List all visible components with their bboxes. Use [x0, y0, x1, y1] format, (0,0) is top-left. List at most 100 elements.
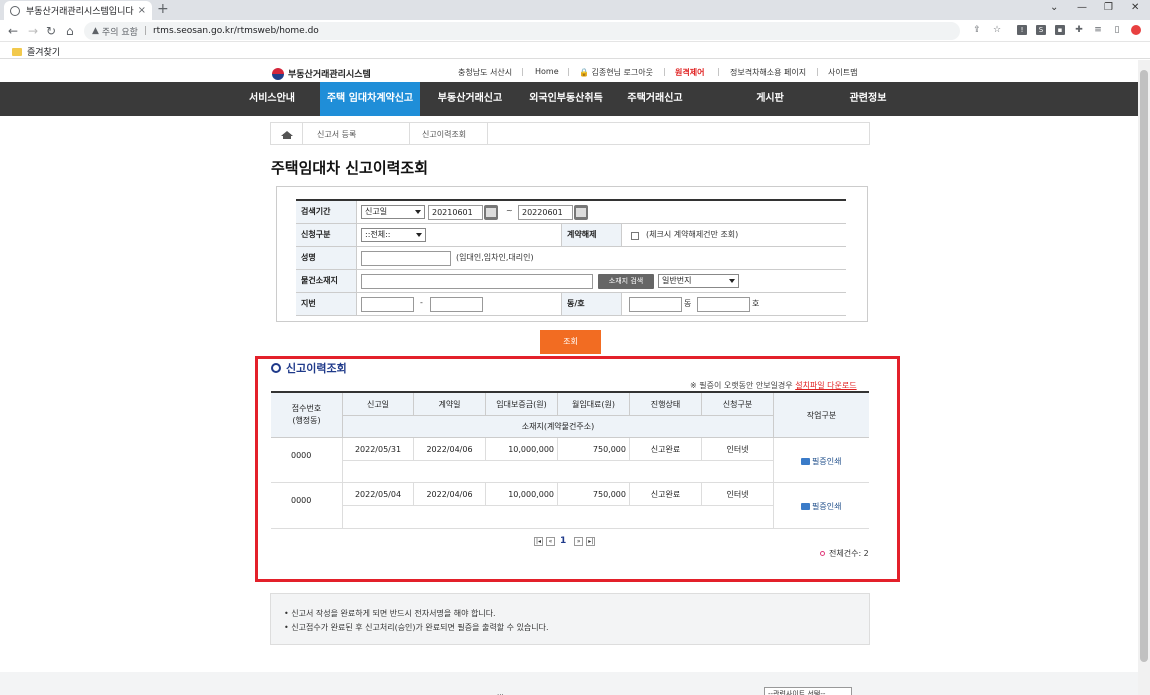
- cell-action: 필증인쇄: [774, 438, 869, 483]
- info-line: • 신고접수가 완료된 후 신고처리(승인)가 완료되면 필증을 출력할 수 있…: [284, 623, 549, 632]
- nav-lease-report[interactable]: 주택 임대차계약신고: [320, 82, 420, 116]
- nav-board[interactable]: 게시판: [720, 82, 820, 116]
- form-row-period: 검색기간 신고일 20210601 ~ 20220601: [296, 201, 846, 224]
- main-navigation: 서비스안내 주택 임대차계약신고 부동산거래신고 외국인부동산취득 주택거래신고…: [0, 82, 1138, 116]
- close-window-button[interactable]: ✕: [1131, 2, 1139, 13]
- nav-foreigner-acquisition[interactable]: 외국인부동산취득: [520, 82, 612, 116]
- share-icon[interactable]: ⇪: [972, 25, 982, 35]
- dong-unit: 동: [684, 299, 692, 308]
- search-button[interactable]: 조회: [540, 330, 601, 354]
- lot-sub-input[interactable]: [430, 297, 483, 312]
- divider: |: [143, 26, 147, 36]
- cancel-note: (체크시 계약해제건만 조회): [646, 230, 739, 239]
- close-tab-icon[interactable]: ×: [138, 5, 146, 16]
- media-icon[interactable]: ≡: [1093, 25, 1103, 35]
- tab-title: 부동산거래관리시스템입니다: [26, 7, 134, 17]
- related-sites-select[interactable]: --관련사이트 선택--: [764, 687, 852, 695]
- cell-receipt-no: 0000: [271, 438, 343, 483]
- calendar-icon[interactable]: [484, 205, 498, 220]
- form-row-lot: 지번 - 동/호 동 호: [296, 293, 846, 316]
- nav-related-info[interactable]: 관련정보: [820, 82, 916, 116]
- page-number[interactable]: 1: [560, 536, 566, 546]
- cancel-checkbox[interactable]: [631, 232, 639, 240]
- dash: -: [420, 298, 423, 307]
- lot-main-input[interactable]: [361, 297, 414, 312]
- divider: |: [521, 67, 524, 76]
- dong-input[interactable]: [629, 297, 682, 312]
- sitemap-link[interactable]: 사이트맵: [828, 67, 857, 78]
- forward-icon[interactable]: →: [28, 24, 38, 38]
- info-gap-link[interactable]: 정보격차해소용 페이지: [730, 67, 806, 78]
- col-status: 진행상태: [630, 393, 702, 416]
- extension-box-icon[interactable]: ▪: [1055, 25, 1065, 35]
- warning-icon: ▲: [92, 26, 99, 36]
- nav-real-estate-report[interactable]: 부동산거래신고: [424, 82, 516, 116]
- site-logo[interactable]: 부동산거래관리시스템: [272, 67, 371, 80]
- cell-address: [343, 506, 774, 529]
- back-icon[interactable]: ←: [8, 24, 18, 38]
- prev-page-icon[interactable]: «: [546, 536, 555, 546]
- calendar-icon[interactable]: [574, 205, 588, 220]
- apply-type-select[interactable]: ::전체::: [361, 228, 426, 242]
- scrollbar[interactable]: [1138, 60, 1150, 695]
- extension-icon[interactable]: !: [1017, 25, 1027, 35]
- extension-s-icon[interactable]: S: [1036, 25, 1046, 35]
- first-page-icon[interactable]: |◂: [534, 536, 543, 546]
- lot-type-select[interactable]: 일반번지: [658, 274, 739, 288]
- home-icon[interactable]: [271, 123, 303, 144]
- puzzle-icon[interactable]: ✚: [1074, 25, 1084, 35]
- form-row-address: 물건소재지 소재지 검색 일반번지: [296, 270, 846, 293]
- divider: [487, 123, 488, 144]
- install-note: ※ 필증이 오랫동안 안보일경우 설치파일 다운로드: [690, 380, 857, 391]
- next-page-icon[interactable]: »: [574, 536, 584, 546]
- url-field[interactable]: ▲ 주의 요함 | rtms.seosan.go.kr/rtmsweb/home…: [84, 22, 960, 40]
- scrollbar-thumb[interactable]: [1140, 70, 1148, 662]
- cell-contract-date: 2022/04/06: [414, 483, 486, 506]
- cell-status: 신고완료: [630, 483, 702, 506]
- installer-download-link[interactable]: 설치파일 다운로드: [795, 381, 856, 390]
- print-certificate-button[interactable]: 필증인쇄: [801, 501, 841, 512]
- total-count: 전체건수: 2: [820, 548, 869, 559]
- address-search-button[interactable]: 소재지 검색: [598, 274, 654, 289]
- col-action: 작업구분: [774, 393, 869, 438]
- print-label: 필증인쇄: [812, 502, 842, 511]
- profile-icon[interactable]: [1131, 25, 1141, 35]
- remote-control-link[interactable]: 원격제어: [675, 67, 704, 78]
- minimize-button[interactable]: —: [1077, 2, 1087, 13]
- bookmark-label: 즐겨찾기: [27, 48, 61, 58]
- breadcrumb-item[interactable]: 신고이력조회: [422, 129, 466, 140]
- date-from-input[interactable]: 20210601: [428, 205, 483, 220]
- breadcrumb: 신고서 등록 신고이력조회: [270, 122, 870, 145]
- lot-label: 지번: [296, 293, 357, 315]
- home-icon[interactable]: ⌂: [66, 24, 74, 38]
- chevron-down-icon: [729, 279, 735, 283]
- results-title: 신고이력조회: [271, 360, 347, 376]
- browser-tab[interactable]: 부동산거래관리시스템입니다 ×: [4, 1, 152, 20]
- tab-search-icon[interactable]: ⌄: [1050, 2, 1058, 13]
- cell-receipt-no: 0000: [271, 483, 343, 529]
- date-to-input[interactable]: 20220601: [518, 205, 573, 220]
- reload-icon[interactable]: ↻: [46, 24, 56, 38]
- security-label[interactable]: 주의 요함: [102, 25, 138, 38]
- bookmarks-bar: 즐겨찾기: [0, 42, 1150, 59]
- divider: |: [567, 67, 570, 76]
- logout-link[interactable]: 🔒 김종현님 로그아웃: [579, 67, 653, 78]
- sidepanel-icon[interactable]: ▯: [1112, 25, 1122, 35]
- taegeuk-icon: [272, 67, 284, 80]
- nav-service-guide[interactable]: 서비스안내: [232, 82, 312, 116]
- search-form: 검색기간 신고일 20210601 ~ 20220601 신청구분 ::전체::…: [296, 199, 846, 316]
- address-input[interactable]: [361, 274, 593, 289]
- maximize-button[interactable]: ❐: [1104, 2, 1113, 13]
- name-input[interactable]: [361, 251, 451, 266]
- bookmark-folder[interactable]: 즐겨찾기: [12, 45, 60, 58]
- star-icon[interactable]: ☆: [992, 25, 1002, 35]
- breadcrumb-item[interactable]: 신고서 등록: [317, 129, 356, 140]
- period-type-select[interactable]: 신고일: [361, 205, 425, 219]
- home-link[interactable]: Home: [535, 67, 559, 76]
- col-receipt-no: 접수번호 (행정동): [271, 393, 343, 438]
- print-certificate-button[interactable]: 필증인쇄: [801, 456, 841, 467]
- last-page-icon[interactable]: ▸|: [586, 536, 596, 546]
- ho-input[interactable]: [697, 297, 750, 312]
- nav-housing-report[interactable]: 주택거래신고: [612, 82, 698, 116]
- new-tab-button[interactable]: +: [157, 1, 169, 17]
